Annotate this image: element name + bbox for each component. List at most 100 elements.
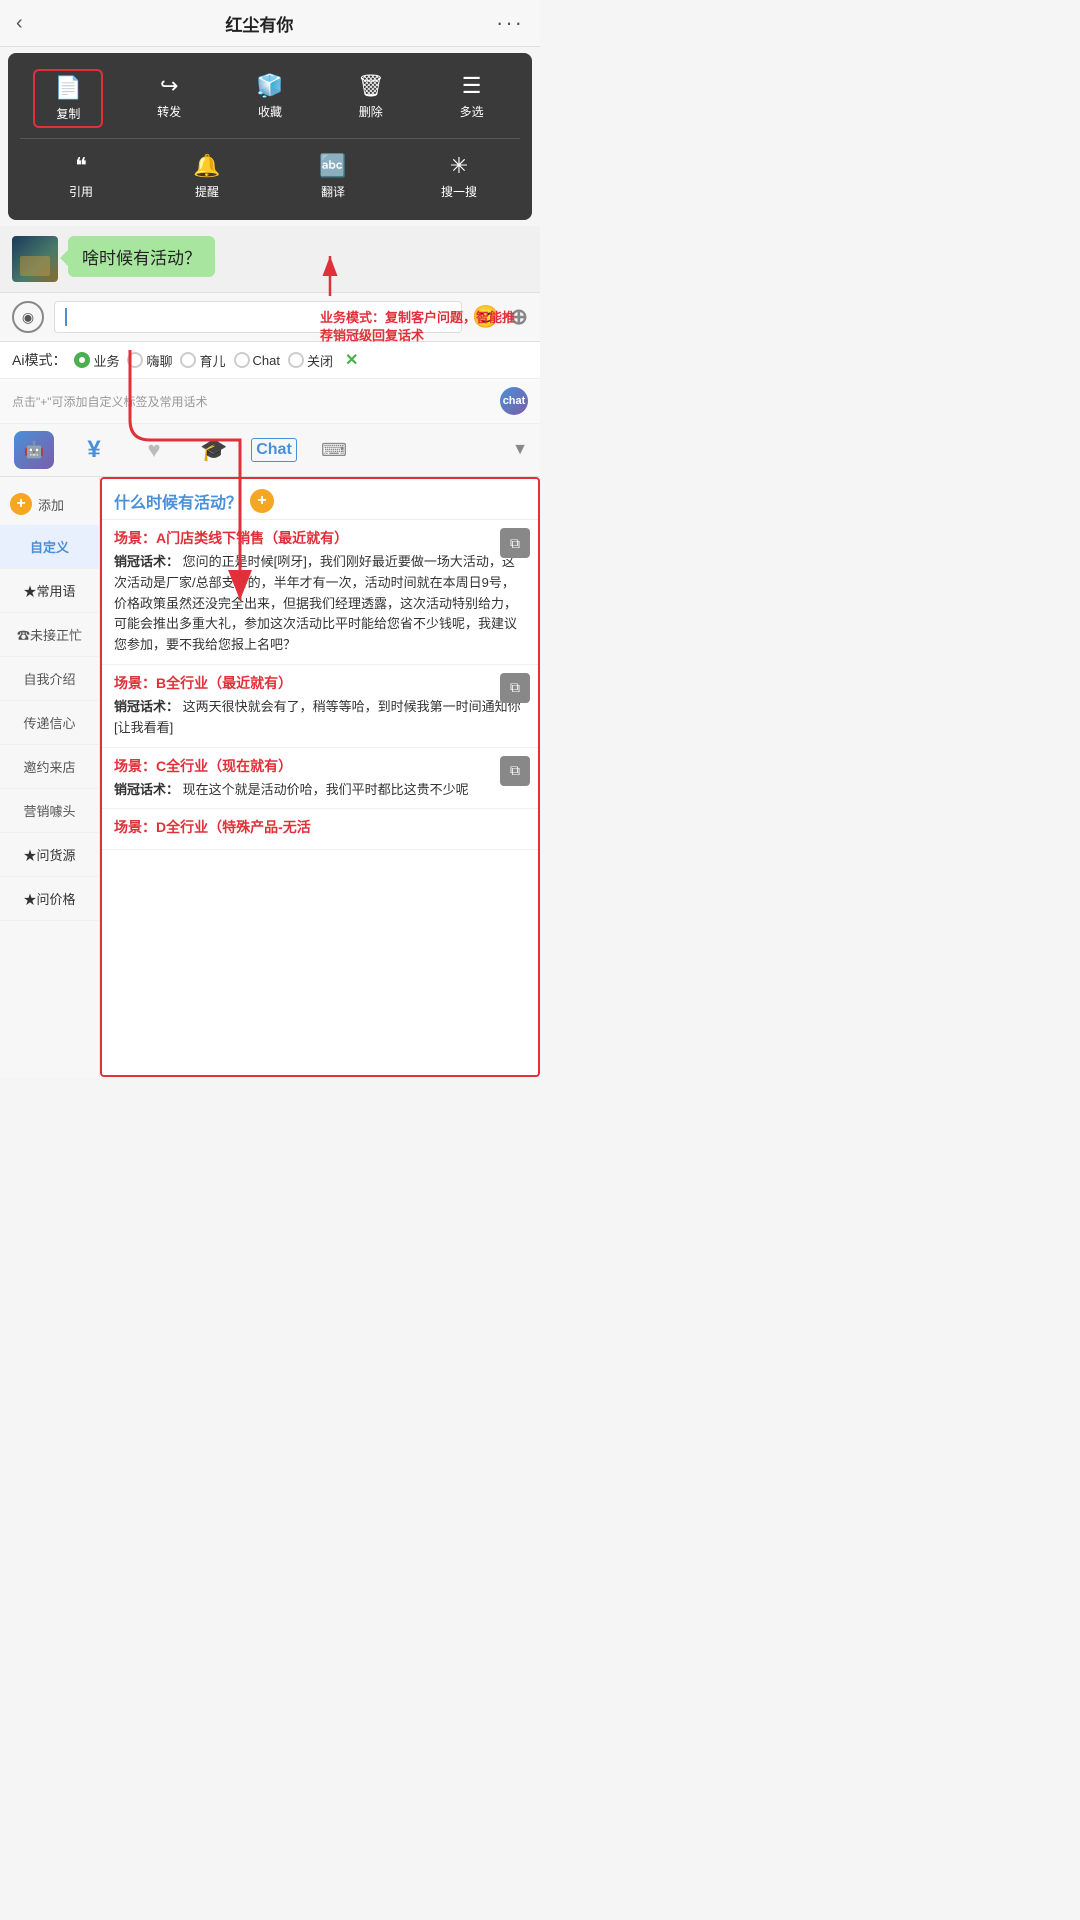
radio-off[interactable]: 关闭 [288, 351, 333, 370]
add-circle-icon: + [10, 493, 32, 515]
emoji-button[interactable]: 😊 [472, 304, 499, 330]
radio-off-label: 关闭 [307, 351, 333, 370]
copy-label: 复制 [56, 105, 80, 122]
sidebar-item-source[interactable]: ★问货源 [0, 833, 99, 877]
robot-icon: 🤖 [14, 431, 54, 469]
dropdown-toolbar-button[interactable]: ▼ [484, 430, 528, 470]
voice-icon: ◉ [22, 309, 34, 326]
radio-parenting[interactable]: 育儿 [180, 351, 225, 370]
add-question-button[interactable]: + [250, 489, 274, 513]
sidebar-item-marketing[interactable]: 营销噱头 [0, 789, 99, 833]
forward-icon: ↪ [160, 73, 178, 99]
scenario-c-text: 现在这个就是活动价哈，我们平时都比这贵不少呢 [183, 782, 469, 797]
chat-badge[interactable]: chat [500, 387, 528, 415]
remind-icon: 🔔 [193, 153, 220, 179]
question-header: 什么时候有活动？ + [102, 479, 538, 520]
radio-off-circle [288, 352, 304, 368]
radio-chat-circle [234, 352, 250, 368]
page-title: 红尘有你 [225, 11, 293, 36]
scenario-block-c: 场景：C全行业（现在就有） ⧉ 销冠话术： 现在这个就是活动价哈，我们平时都比这… [102, 748, 538, 810]
cursor [65, 308, 67, 326]
scenario-c-title: 场景：C全行业（现在就有） [114, 756, 526, 776]
gradcap-toolbar-button[interactable]: 🎓 [192, 430, 236, 470]
scenario-a-body: 销冠话术： 您问的正是时候[咧牙]，我们刚好最近要做一场大活动，这次活动是厂家/… [114, 552, 526, 656]
avatar [12, 236, 58, 282]
context-menu-multiselect[interactable]: ☰ 多选 [437, 69, 507, 128]
radio-business[interactable]: 业务 [74, 351, 119, 370]
chevron-down-icon: ▼ [512, 441, 528, 459]
radio-chat2-label: 嗨聊 [146, 351, 172, 370]
translate-icon: 🔤 [319, 153, 346, 179]
menu-divider [20, 138, 520, 139]
voice-button[interactable]: ◉ [12, 301, 44, 333]
add-button[interactable]: ⊕ [510, 304, 528, 330]
scenario-c-copy-button[interactable]: ⧉ [500, 756, 530, 786]
translate-label: 翻译 [321, 183, 345, 200]
toolbar-row: 🤖 ¥ ♥ 🎓 Chat ⌨ ▼ [0, 424, 540, 477]
radio-parenting-circle [180, 352, 196, 368]
chat-input-field[interactable] [54, 301, 462, 333]
context-menu-delete[interactable]: 🗑 删除 [336, 69, 406, 128]
delete-icon: 🗑 [357, 73, 385, 99]
quote-label: 引用 [69, 183, 93, 200]
scenario-d-title: 场景：D全行业（特殊产品-无活 [114, 817, 526, 837]
search-one-icon: ✳ [450, 153, 468, 179]
radio-chat[interactable]: Chat [234, 352, 280, 368]
context-menu-search[interactable]: ✳ 搜一搜 [424, 149, 494, 204]
context-menu-quote[interactable]: ❝ 引用 [46, 149, 116, 204]
robot-toolbar-button[interactable]: 🤖 [12, 430, 56, 470]
multiselect-icon: ☰ [462, 73, 482, 99]
add-tags-row: 点击"+"可添加自定义标签及常用话术 chat [0, 379, 540, 424]
heart-icon: ♥ [147, 437, 160, 463]
forward-label: 转发 [157, 103, 181, 120]
yuan-icon: ¥ [87, 436, 100, 464]
more-button[interactable]: ··· [496, 10, 524, 36]
input-bar: ◉ 😊 ⊕ [0, 292, 540, 342]
main-content: + 添加 自定义 ★常用语 ☎未接正忙 自我介绍 传递信心 邀约来店 营销噱头 … [0, 477, 540, 1077]
ai-mode-close[interactable]: ✕ [345, 350, 358, 370]
keyboard-toolbar-button[interactable]: ⌨ [312, 430, 356, 470]
context-menu-translate[interactable]: 🔤 翻译 [298, 149, 368, 204]
radio-chat-label: Chat [253, 353, 280, 368]
multiselect-label: 多选 [460, 103, 484, 120]
sidebar-item-busy[interactable]: ☎未接正忙 [0, 613, 99, 657]
quote-icon: ❝ [75, 153, 87, 179]
scenario-b-copy-button[interactable]: ⧉ [500, 673, 530, 703]
radio-chat2[interactable]: 嗨聊 [127, 351, 172, 370]
scenario-block-d: 场景：D全行业（特殊产品-无活 [102, 809, 538, 850]
chat-bubble-text: 啥时候有活动？ [82, 249, 201, 268]
context-menu-remind[interactable]: 🔔 提醒 [172, 149, 242, 204]
sidebar-item-price[interactable]: ★问价格 [0, 877, 99, 921]
sidebar-item-confidence[interactable]: 传递信心 [0, 701, 99, 745]
scenario-a-copy-button[interactable]: ⧉ [500, 528, 530, 558]
heart-toolbar-button[interactable]: ♥ [132, 430, 176, 470]
context-menu-collect[interactable]: 🧊 收藏 [235, 69, 305, 128]
scenario-b-label: 销冠话术： [114, 699, 179, 714]
sidebar-item-invite[interactable]: 邀约来店 [0, 745, 99, 789]
back-button[interactable]: ‹ [16, 12, 23, 35]
copy-icon: 📄 [55, 75, 82, 101]
chat-text-toolbar-button[interactable]: Chat [252, 430, 296, 470]
search-one-label: 搜一搜 [441, 183, 477, 200]
sidebar-item-custom[interactable]: 自定义 [0, 525, 99, 569]
sidebar-item-common[interactable]: ★常用语 [0, 569, 99, 613]
scenario-b-title: 场景：B全行业（最近就有） [114, 673, 526, 693]
scenario-c-body: 销冠话术： 现在这个就是活动价哈，我们平时都比这贵不少呢 [114, 780, 526, 801]
sidebar-item-intro[interactable]: 自我介绍 [0, 657, 99, 701]
context-menu-copy[interactable]: 📄 复制 [33, 69, 103, 128]
question-text: 什么时候有活动？ [114, 489, 242, 513]
radio-chat2-circle [127, 352, 143, 368]
radio-business-circle [74, 352, 90, 368]
ai-mode-label: Ai模式： [12, 350, 66, 370]
chat-text-icon: Chat [251, 438, 297, 462]
delete-label: 删除 [359, 103, 383, 120]
scenario-a-label: 销冠话术： [114, 554, 179, 569]
yuan-toolbar-button[interactable]: ¥ [72, 430, 116, 470]
right-content: 什么时候有活动？ + 场景：A门店类线下销售（最近就有） ⧉ 销冠话术： 您问的… [100, 477, 540, 1077]
keyboard-icon: ⌨ [321, 440, 347, 461]
scenario-a-title: 场景：A门店类线下销售（最近就有） [114, 528, 526, 548]
context-menu: 📄 复制 ↪ 转发 🧊 收藏 🗑 删除 ☰ 多选 ❝ 引用 🔔 提醒 [8, 53, 532, 220]
sidebar-add-label: 添加 [38, 495, 64, 514]
sidebar-add-button[interactable]: + 添加 [0, 483, 99, 525]
context-menu-forward[interactable]: ↪ 转发 [134, 69, 204, 128]
